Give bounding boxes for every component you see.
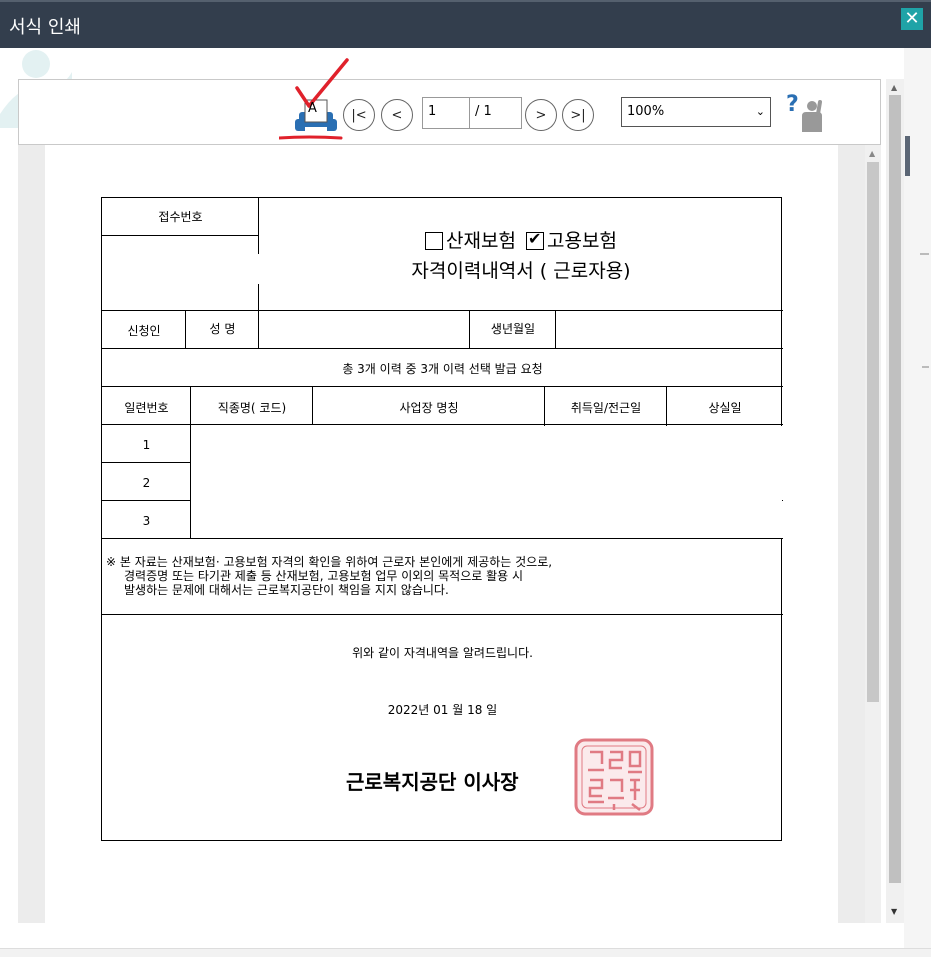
issue-date: 2022년 01 월 18 일: [387, 703, 498, 717]
bg-window-mark: [905, 136, 910, 176]
receipt-no-label: 접수번호: [158, 210, 203, 224]
title-top-line: [0, 0, 931, 2]
window-title: 서식 인쇄: [9, 17, 81, 38]
close-button[interactable]: ✕: [901, 8, 923, 30]
last-page-icon: >|: [570, 107, 586, 123]
viewer-toolbar: A |< < 1 / 1 > >| 100% ⌄ ?: [18, 58, 881, 145]
grid-line: [102, 310, 783, 311]
column-header: 상실일: [708, 401, 742, 415]
note-line: ※ 본 자료는 산재보험· 고용보험 자격의 확인을 위하여 근로자 본인에게 …: [106, 555, 553, 569]
redacted-receipt-no: [102, 254, 259, 284]
grid-line: [102, 538, 783, 539]
first-page-button[interactable]: |<: [343, 99, 375, 131]
check-icon: ✔: [528, 229, 542, 248]
close-icon: ✕: [904, 8, 920, 29]
status-strip: [0, 948, 931, 957]
checkbox-employment: ✔: [526, 229, 545, 250]
person-icon: [802, 100, 822, 132]
confirmation-text: 위와 같이 자격내역을 알려드립니다.: [352, 646, 533, 660]
dialog-scrollbar[interactable]: ▲ ▼: [886, 79, 904, 923]
certificate-form: 접수번호 산재보험 ✔ 고용보험 자격이력내역서 ( 근로자용) 신청인 성 명 …: [101, 197, 783, 841]
viewer-scroll-thumb[interactable]: [867, 162, 879, 702]
bg-window-mark: [920, 253, 929, 255]
birth-label: 생년월일: [490, 322, 536, 336]
grid-line: [102, 424, 783, 425]
name-label: 성 명: [209, 322, 236, 336]
help-icon: ?: [786, 92, 799, 117]
grid-line: [102, 348, 783, 349]
next-page-icon: >: [535, 107, 547, 123]
total-pages: / 1: [469, 97, 522, 129]
redacted-history-rows: [191, 426, 782, 538]
next-page-button[interactable]: >: [525, 99, 557, 131]
print-icon: [277, 58, 349, 140]
note-line: 발생하는 문제에 대해서는 근로복지공단이 책임을 지지 않습니다.: [124, 583, 449, 597]
grid-line: [102, 235, 259, 236]
signer-name: 근로복지공단 이사장: [346, 770, 519, 794]
official-seal-icon: [574, 738, 654, 816]
column-header: 사업장 명칭: [399, 401, 459, 415]
column-header: 일련번호: [124, 401, 169, 415]
chevron-down-icon: ⌄: [755, 105, 765, 118]
column-header: 직종명( 코드): [217, 401, 287, 415]
insurance-industrial-label: 산재보험: [446, 230, 516, 252]
zoom-value: 100%: [627, 104, 665, 119]
checkbox-industrial: [425, 232, 444, 250]
bg-window-mark: [922, 366, 929, 368]
page-number-input[interactable]: 1: [422, 97, 470, 129]
print-button[interactable]: A: [277, 58, 359, 142]
dialog-scroll-thumb[interactable]: [889, 95, 901, 883]
scroll-down-icon[interactable]: ▼: [891, 907, 897, 916]
scroll-up-icon[interactable]: ▲: [869, 149, 875, 158]
summary-text: 총 3개 이력 중 3개 이력 선택 발급 요청: [342, 362, 543, 376]
note-line: 경력증명 또는 타기관 제출 등 산재보험, 고용보험 업무 이외의 목적으로 …: [124, 569, 524, 583]
background-window-strip: [904, 48, 931, 957]
insurance-employment-label: 고용보험: [547, 230, 617, 252]
applicant-label: 신청인: [127, 324, 161, 338]
prev-page-icon: <: [391, 107, 403, 123]
prev-page-button[interactable]: <: [381, 99, 413, 131]
document-title: 자격이력내역서 ( 근로자용): [411, 260, 631, 282]
insurance-type-line: 산재보험 ✔ 고용보험: [259, 226, 783, 253]
grid-line: [102, 462, 190, 463]
column-header: 취득일/전근일: [570, 401, 642, 415]
grid-line: [102, 386, 783, 387]
title-bar: 서식 인쇄 ✕: [0, 0, 931, 48]
print-icon-letter: A: [308, 101, 317, 116]
first-page-icon: |<: [351, 107, 367, 123]
zoom-select[interactable]: 100% ⌄: [621, 97, 771, 127]
viewer-scrollbar[interactable]: ▲: [865, 145, 881, 923]
row-number: 1: [142, 438, 151, 452]
help-button[interactable]: ?: [786, 92, 826, 132]
row-number: 3: [142, 514, 151, 528]
grid-line: [102, 614, 783, 615]
row-number: 2: [142, 476, 151, 490]
scroll-up-icon[interactable]: ▲: [891, 83, 897, 92]
last-page-button[interactable]: >|: [562, 99, 594, 131]
